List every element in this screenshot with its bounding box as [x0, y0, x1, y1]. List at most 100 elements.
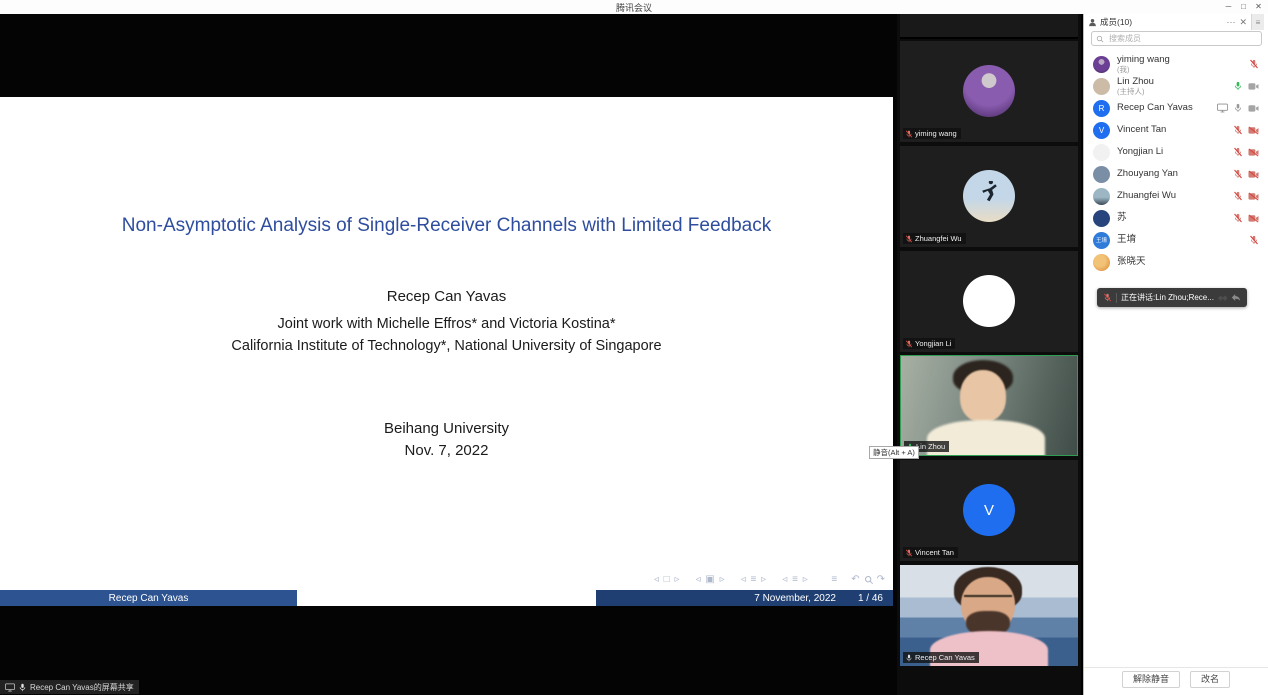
collapse-panel-icon[interactable]: ≡ — [1251, 14, 1264, 30]
video-content — [960, 370, 1006, 422]
video-tile-yiming-wang[interactable]: yiming wang — [900, 41, 1078, 142]
beamer-navigation-icons[interactable]: ◃ □ ▹ ◃ ▣ ▹ ◃ ≡ ▹ ◃ ≡ ▹ ≡ ↶ ↷ — [654, 574, 886, 585]
divider — [1116, 293, 1117, 303]
tile-name-label: yiming wang — [903, 128, 961, 139]
speaking-toast: 正在讲话:Lin Zhou;Rece... ◆◆ — [1097, 288, 1247, 307]
avatar — [963, 65, 1015, 117]
member-row-recep-can-yavas[interactable]: R Recep Can Yavas — [1084, 97, 1268, 119]
avatar: V — [1093, 122, 1110, 139]
tile-name-label: Zhuangfei Wu — [903, 233, 966, 244]
member-name: 张晓天 — [1117, 257, 1146, 267]
avatar — [963, 275, 1015, 327]
participant-name: Recep Can Yavas — [915, 653, 975, 662]
magnifier-icon[interactable] — [864, 575, 874, 585]
mic-muted-icon — [905, 130, 913, 138]
redo-icon[interactable]: ↷ — [877, 574, 886, 585]
beamer-nav-symbols[interactable]: ◃ □ ▹ ◃ ▣ ▹ ◃ ≡ ▹ ◃ ≡ ▹ ≡ — [654, 574, 838, 585]
member-row-zhouyang-yan[interactable]: Zhouyang Yan — [1084, 163, 1268, 185]
participant-name: Zhuangfei Wu — [915, 234, 962, 243]
slide-joint-work: Joint work with Michelle Effros* and Vic… — [0, 316, 893, 332]
member-row-yiming-wang[interactable]: yiming wang (我) — [1084, 53, 1268, 75]
share-status-bar: Recep Can Yavas的屏幕共享 — [0, 680, 139, 694]
participant-name: Lin Zhou — [916, 442, 945, 451]
mic-muted-icon[interactable] — [1233, 191, 1243, 201]
video-tile-recep-can-yavas[interactable]: Recep Can Yavas — [900, 565, 1078, 666]
members-panel: 成员(10) ··· ✕ ≡ yiming wang (我) Lin Zhou … — [1083, 14, 1268, 695]
window-titlebar: 腾讯会议 ─ □ ✕ — [0, 0, 1268, 14]
panel-footer-buttons: 解除静音 改名 — [1084, 671, 1268, 688]
avatar — [963, 170, 1015, 222]
speaking-toast-text: 正在讲话:Lin Zhou;Rece... — [1121, 292, 1214, 303]
presentation-slide: Non-Asymptotic Analysis of Single-Receiv… — [0, 97, 893, 606]
mute-tooltip: 静音(Alt + A) — [869, 446, 919, 459]
members-count-title: 成员(10) — [1100, 16, 1132, 28]
members-panel-header: 成员(10) ··· ✕ ≡ — [1084, 14, 1268, 30]
mic-muted-icon[interactable] — [1233, 147, 1243, 157]
maximize-icon[interactable]: □ — [1236, 0, 1251, 14]
mic-muted-icon[interactable] — [1233, 125, 1243, 135]
participant-name: Yongjian Li — [915, 339, 951, 348]
mic-on-icon[interactable] — [1233, 81, 1243, 91]
member-row-wang-yu[interactable]: 王堉 王堉 — [1084, 229, 1268, 251]
window-controls: ─ □ ✕ — [1221, 0, 1266, 14]
partial-video-tile[interactable] — [900, 14, 1078, 39]
member-row-zhuangfei-wu[interactable]: Zhuangfei Wu — [1084, 185, 1268, 207]
member-name: Zhouyang Yan — [1117, 169, 1178, 179]
window-title: 腾讯会议 — [0, 1, 1268, 14]
member-row-zhang-xiaotian[interactable]: 张晓天 — [1084, 251, 1268, 273]
avatar: R — [1093, 100, 1110, 117]
camera-on-icon[interactable] — [1248, 82, 1259, 91]
avatar — [1093, 166, 1110, 183]
mic-on-icon[interactable] — [1233, 103, 1243, 113]
undo-icon[interactable]: ↶ — [851, 574, 860, 585]
avatar — [1093, 56, 1110, 73]
mic-muted-icon[interactable] — [1249, 59, 1259, 69]
video-tile-zhuangfei-wu[interactable]: Zhuangfei Wu — [900, 146, 1078, 247]
screen-share-icon — [5, 683, 15, 692]
avatar: V — [963, 484, 1015, 536]
minimize-icon[interactable]: ─ — [1221, 0, 1236, 14]
slide-title: Non-Asymptotic Analysis of Single-Receiv… — [0, 215, 893, 237]
member-search-box[interactable] — [1091, 31, 1262, 46]
camera-off-icon[interactable] — [1248, 214, 1259, 223]
member-name: Vincent Tan — [1117, 125, 1166, 135]
camera-off-icon[interactable] — [1248, 126, 1259, 135]
slide-author: Recep Can Yavas — [0, 288, 893, 305]
rename-button[interactable]: 改名 — [1190, 671, 1230, 688]
camera-off-icon[interactable] — [1248, 170, 1259, 179]
camera-off-icon[interactable] — [1248, 148, 1259, 157]
mic-muted-icon — [905, 340, 913, 348]
avatar — [1093, 254, 1110, 271]
video-tile-yongjian-li[interactable]: Yongjian Li — [900, 251, 1078, 352]
slide-venue: Beihang University — [0, 420, 893, 437]
member-role: (主持人) — [1117, 88, 1154, 96]
member-row-su[interactable]: 苏 — [1084, 207, 1268, 229]
mic-muted-icon[interactable] — [1233, 213, 1243, 223]
footer-date: 7 November, 2022 — [754, 593, 836, 604]
video-tile-lin-zhou[interactable]: Lin Zhou — [900, 355, 1078, 456]
member-list: yiming wang (我) Lin Zhou (主持人) R Recep C… — [1084, 53, 1268, 273]
person-icon — [1088, 18, 1097, 27]
close-panel-icon[interactable]: ✕ — [1239, 17, 1247, 28]
slide-footer: Recep Can Yavas 7 November, 2022 1 / 46 — [0, 590, 893, 606]
member-row-lin-zhou[interactable]: Lin Zhou (主持人) — [1084, 75, 1268, 97]
search-input[interactable] — [1107, 33, 1257, 44]
member-row-yongjian-li[interactable]: Yongjian Li — [1084, 141, 1268, 163]
raise-hand-icon: ◆◆ — [1218, 294, 1227, 302]
tile-name-label: Recep Can Yavas — [903, 652, 979, 663]
mic-muted-icon[interactable] — [1249, 235, 1259, 245]
member-row-vincent-tan[interactable]: V Vincent Tan — [1084, 119, 1268, 141]
member-name: yiming wang — [1117, 55, 1170, 65]
camera-off-icon[interactable] — [1248, 192, 1259, 201]
camera-on-icon[interactable] — [1248, 104, 1259, 113]
screen-share-icon[interactable] — [1217, 103, 1228, 113]
footer-page-number: 1 / 46 — [858, 593, 883, 604]
panel-header-actions: ··· ✕ ≡ — [1226, 14, 1264, 30]
unmute-button[interactable]: 解除静音 — [1122, 671, 1180, 688]
search-icon — [1096, 35, 1104, 43]
more-icon[interactable]: ··· — [1226, 17, 1235, 27]
mic-muted-icon[interactable] — [1233, 169, 1243, 179]
video-strip: yiming wang Zhuangfei Wu Yongjian Li Lin… — [897, 14, 1081, 695]
close-icon[interactable]: ✕ — [1251, 0, 1266, 14]
video-tile-vincent-tan[interactable]: V Vincent Tan — [900, 460, 1078, 561]
